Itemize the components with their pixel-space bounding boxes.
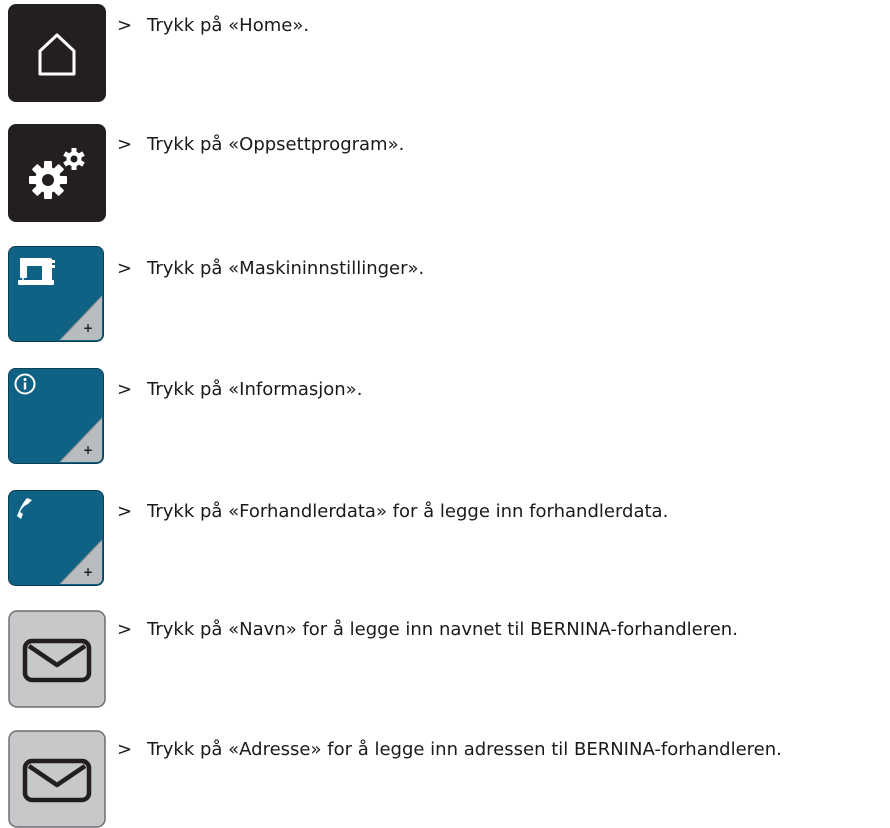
- step-instruction: Trykk på «Informasjon».: [147, 379, 363, 400]
- step-marker: >: [117, 619, 133, 640]
- envelope-icon: [8, 730, 106, 828]
- step-instruction: Trykk på «Forhandlerdata» for å legge in…: [147, 501, 669, 522]
- home-button[interactable]: [8, 4, 106, 102]
- step-marker: >: [117, 15, 133, 36]
- step-instruction: Trykk på «Oppsettprogram».: [147, 134, 405, 155]
- info-icon: +: [8, 368, 104, 464]
- step-text: > Trykk på «Home».: [117, 15, 309, 37]
- step-marker: >: [117, 379, 133, 400]
- step-instruction: Trykk på «Navn» for å legge inn navnet t…: [147, 619, 738, 640]
- setup-button[interactable]: [8, 124, 106, 222]
- step-marker: >: [117, 501, 133, 522]
- step-marker: >: [117, 258, 133, 279]
- svg-text:+: +: [83, 565, 93, 579]
- envelope-icon: [8, 610, 106, 708]
- step-text: > Trykk på «Navn» for å legge inn navnet …: [117, 619, 738, 641]
- step-instruction: Trykk på «Home».: [147, 15, 310, 36]
- step-marker: >: [117, 739, 133, 760]
- information-button[interactable]: +: [8, 368, 104, 464]
- svg-text:+: +: [83, 443, 93, 457]
- svg-text:+: +: [83, 321, 93, 335]
- step-instruction: Trykk på «Adresse» for å legge inn adres…: [147, 739, 782, 760]
- step-text: > Trykk på «Forhandlerdata» for å legge i…: [117, 501, 668, 523]
- phone-icon: +: [8, 490, 104, 586]
- step-text: > Trykk på «Maskininnstillinger».: [117, 258, 424, 280]
- gears-icon: [8, 124, 106, 222]
- step-text: > Trykk på «Adresse» for å legge inn adre…: [117, 739, 782, 761]
- step-marker: >: [117, 134, 133, 155]
- machine-settings-button[interactable]: +: [8, 246, 104, 342]
- step-text: > Trykk på «Informasjon».: [117, 379, 362, 401]
- step-instruction: Trykk på «Maskininnstillinger».: [147, 258, 425, 279]
- address-button[interactable]: [8, 730, 106, 828]
- step-text: > Trykk på «Oppsettprogram».: [117, 134, 404, 156]
- name-button[interactable]: [8, 610, 106, 708]
- home-icon: [8, 4, 106, 102]
- sewing-machine-icon: +: [8, 246, 104, 342]
- dealer-data-button[interactable]: +: [8, 490, 104, 586]
